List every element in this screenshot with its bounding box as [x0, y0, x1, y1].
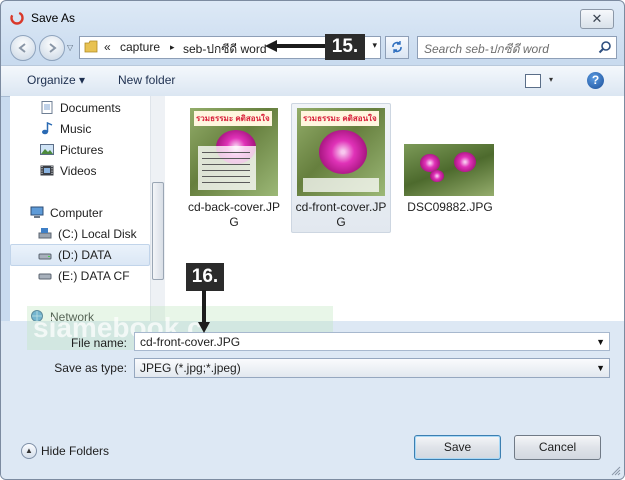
new-folder-button[interactable]: New folder	[118, 73, 175, 87]
navigation-scrollbar[interactable]	[150, 96, 165, 321]
nav-item-local-disk-c[interactable]: (C:) Local Disk	[10, 224, 148, 244]
flower-shape	[319, 130, 367, 174]
callout-arrow-16	[198, 290, 210, 333]
hide-folders-label: Hide Folders	[41, 444, 110, 458]
nav-label: Computer	[50, 206, 103, 220]
close-button[interactable]: ✕	[580, 9, 614, 29]
nav-item-videos[interactable]: Videos	[10, 161, 148, 181]
refresh-icon	[392, 41, 402, 53]
thumbnail-caption-panel	[303, 178, 379, 192]
refresh-button[interactable]	[385, 36, 409, 59]
search-icon[interactable]	[598, 40, 612, 54]
file-name-field-label: File name:	[70, 336, 127, 350]
nav-label: Documents	[60, 101, 121, 115]
nav-item-music[interactable]: Music	[10, 119, 148, 139]
file-thumbnail	[404, 144, 494, 196]
search-input[interactable]: Search seb-ปกซีดี word	[424, 40, 549, 59]
organize-button[interactable]: Organize ▾	[27, 73, 85, 87]
drive-c-icon	[38, 228, 52, 239]
file-item-cd-front-cover[interactable]: รวมธรรมะ คติสอนใจ cd-front-cover.JPG	[291, 103, 391, 233]
file-name-label: cd-front-cover.JPG	[295, 200, 387, 229]
file-name-dropdown-icon[interactable]: ▼	[596, 333, 605, 352]
file-list: รวมธรรมะ คติสอนใจ cd-back-cover.JPG รวมธ…	[165, 96, 624, 321]
forward-arrow-icon	[49, 43, 57, 53]
window-title: Save As	[31, 11, 76, 25]
save-as-type-select[interactable]: JPEG (*.jpg;*.jpeg) ▼	[134, 358, 610, 378]
save-as-type-dropdown-icon[interactable]: ▼	[596, 359, 605, 378]
breadcrumb-current-folder[interactable]: seb-ปกซีดี word	[183, 40, 267, 59]
forward-button[interactable]	[39, 35, 65, 61]
folder-icon	[84, 40, 98, 53]
app-icon	[10, 11, 24, 25]
computer-icon	[30, 206, 44, 218]
recent-locations-dropdown-icon[interactable]: ▽	[67, 43, 73, 52]
flower-shape	[430, 170, 444, 182]
search-box[interactable]: Search seb-ปกซีดี word	[417, 36, 617, 59]
back-arrow-icon	[18, 43, 26, 53]
nav-label: (C:) Local Disk	[58, 227, 137, 241]
nav-label: (D:) DATA	[58, 248, 112, 262]
nav-item-documents[interactable]: Documents	[10, 98, 148, 118]
address-overflow[interactable]: «	[104, 40, 111, 54]
file-thumbnail: รวมธรรมะ คติสอนใจ	[190, 108, 278, 196]
documents-icon	[41, 101, 53, 114]
nav-label: Music	[60, 122, 92, 136]
nav-item-pictures[interactable]: Pictures	[10, 140, 148, 160]
nav-label: Pictures	[60, 143, 104, 157]
chevron-up-icon: ▲	[21, 443, 37, 459]
toolbar: Organize ▾ New folder ▾ ?	[1, 65, 624, 97]
nav-label: (E:) DATA CF	[58, 269, 130, 283]
file-name-label: cd-back-cover.JPG	[187, 200, 281, 229]
save-button[interactable]: Save	[414, 435, 501, 460]
breadcrumb-separator[interactable]: ▸	[170, 42, 175, 53]
music-icon	[42, 122, 53, 135]
nav-item-computer[interactable]: Computer	[10, 203, 148, 223]
callout-arrow-15	[265, 40, 327, 52]
help-icon[interactable]: ?	[587, 72, 604, 89]
navigation-pane: Documents Music Pictures Videos Computer…	[10, 96, 150, 321]
thumbnail-text-panel	[198, 146, 256, 190]
back-button[interactable]	[10, 35, 36, 61]
pictures-icon	[40, 144, 54, 155]
callout-step-16: 16.	[186, 263, 224, 291]
file-item-dsc09882[interactable]: DSC09882.JPG	[401, 104, 499, 232]
resize-grip-icon[interactable]	[611, 466, 621, 476]
thumbnail-banner-text: รวมธรรมะ คติสอนใจ	[194, 111, 272, 126]
file-thumbnail: รวมธรรมะ คติสอนใจ	[297, 108, 385, 196]
breadcrumb-capture[interactable]: capture	[120, 40, 160, 54]
save-as-type-value[interactable]: JPEG (*.jpg;*.jpeg)	[140, 361, 241, 375]
drive-d-icon	[38, 253, 52, 260]
address-dropdown-icon[interactable]: ▾	[372, 40, 377, 51]
videos-icon	[40, 165, 54, 176]
view-dropdown-icon[interactable]: ▾	[549, 75, 553, 84]
drive-e-icon	[38, 273, 52, 280]
flower-shape	[454, 152, 476, 172]
nav-item-data-cf-e[interactable]: (E:) DATA CF	[10, 266, 148, 286]
nav-item-data-d[interactable]: (D:) DATA	[10, 244, 150, 266]
file-item-cd-back-cover[interactable]: รวมธรรมะ คติสอนใจ cd-back-cover.JPG	[185, 104, 283, 232]
change-view-icon[interactable]	[525, 74, 541, 88]
file-name-label: DSC09882.JPG	[407, 200, 493, 214]
nav-label: Videos	[60, 164, 97, 178]
thumbnail-banner-text: รวมธรรมะ คติสอนใจ	[301, 111, 379, 126]
file-name-value[interactable]: cd-front-cover.JPG	[140, 335, 240, 349]
callout-step-15: 15.	[325, 34, 365, 60]
cancel-button[interactable]: Cancel	[514, 435, 601, 460]
save-as-type-label: Save as type:	[54, 361, 127, 375]
file-name-input[interactable]: cd-front-cover.JPG ▼	[134, 332, 610, 351]
scrollbar-thumb[interactable]	[152, 182, 164, 280]
title-bar: Save As ✕	[1, 1, 624, 33]
save-as-dialog: Save As ✕ ▽ « capture ▸ seb-ปกซีดี word …	[0, 0, 625, 480]
